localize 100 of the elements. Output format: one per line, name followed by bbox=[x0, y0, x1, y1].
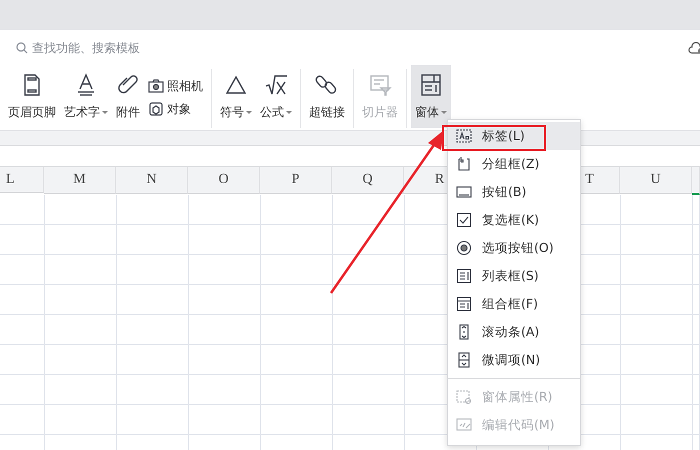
table-cell[interactable] bbox=[189, 195, 261, 225]
table-cell[interactable] bbox=[45, 345, 117, 375]
ribbon-button[interactable]: 公式 bbox=[256, 65, 296, 128]
table-cell[interactable] bbox=[117, 195, 189, 225]
table-cell[interactable] bbox=[693, 285, 700, 315]
column-header[interactable]: L bbox=[0, 167, 44, 193]
table-cell[interactable] bbox=[261, 285, 333, 315]
table-cell[interactable] bbox=[117, 255, 189, 285]
table-cell[interactable] bbox=[333, 315, 405, 345]
table-cell[interactable] bbox=[117, 225, 189, 255]
table-cell[interactable] bbox=[45, 255, 117, 285]
ribbon-button[interactable]: 对象 bbox=[148, 100, 203, 118]
ribbon-button[interactable]: 符号 bbox=[216, 65, 256, 128]
combo-box-icon bbox=[456, 296, 472, 312]
table-cell[interactable] bbox=[45, 315, 117, 345]
form-settings-icon bbox=[456, 389, 472, 405]
table-cell[interactable] bbox=[45, 225, 117, 255]
table-cell[interactable] bbox=[621, 285, 693, 315]
table-cell[interactable] bbox=[45, 375, 117, 405]
table-cell[interactable] bbox=[189, 255, 261, 285]
table-cell[interactable] bbox=[333, 405, 405, 435]
ribbon-button[interactable]: 页眉页脚 bbox=[4, 65, 60, 128]
table-cell[interactable] bbox=[261, 225, 333, 255]
table-cell[interactable] bbox=[261, 375, 333, 405]
table-cell[interactable] bbox=[261, 195, 333, 225]
table-cell[interactable] bbox=[117, 375, 189, 405]
table-cell[interactable] bbox=[117, 345, 189, 375]
column-header[interactable]: U bbox=[620, 167, 692, 194]
cloud-icon[interactable] bbox=[688, 42, 700, 54]
table-cell[interactable] bbox=[333, 195, 405, 225]
table-cell[interactable] bbox=[693, 255, 700, 285]
menu-item[interactable]: 滚动条(A) bbox=[448, 318, 580, 346]
table-cell[interactable] bbox=[333, 225, 405, 255]
group-box-icon bbox=[456, 156, 472, 172]
column-header[interactable]: M bbox=[44, 167, 116, 194]
table-cell[interactable] bbox=[0, 225, 45, 255]
cube-icon bbox=[148, 101, 164, 117]
table-cell[interactable] bbox=[621, 315, 693, 345]
table-cell[interactable] bbox=[693, 195, 700, 225]
menu-item[interactable]: 微调项(N) bbox=[448, 346, 580, 374]
table-cell[interactable] bbox=[333, 375, 405, 405]
table-cell[interactable] bbox=[333, 255, 405, 285]
table-cell[interactable] bbox=[0, 405, 45, 435]
table-cell[interactable] bbox=[117, 285, 189, 315]
table-cell[interactable] bbox=[621, 405, 693, 435]
menu-item[interactable]: 标签(L) bbox=[448, 122, 580, 150]
table-cell[interactable] bbox=[261, 345, 333, 375]
column-header[interactable] bbox=[692, 167, 700, 195]
menu-item[interactable]: 列表框(S) bbox=[448, 262, 580, 290]
table-cell[interactable] bbox=[693, 345, 700, 375]
table-cell[interactable] bbox=[189, 405, 261, 435]
ribbon-button[interactable]: 照相机 bbox=[148, 78, 203, 94]
table-cell[interactable] bbox=[117, 315, 189, 345]
table-cell[interactable] bbox=[693, 375, 700, 405]
label-icon bbox=[456, 128, 472, 144]
search-field[interactable]: 查找功能、搜索模板 bbox=[16, 40, 236, 54]
ribbon-button[interactable]: 艺术字 bbox=[60, 65, 112, 128]
search-icon bbox=[16, 42, 28, 54]
radio-icon bbox=[456, 240, 472, 256]
column-header[interactable]: Q bbox=[332, 167, 404, 194]
table-cell[interactable] bbox=[333, 345, 405, 375]
column-header[interactable]: O bbox=[188, 167, 260, 194]
table-cell[interactable] bbox=[189, 345, 261, 375]
table-cell[interactable] bbox=[693, 225, 700, 255]
table-cell[interactable] bbox=[0, 375, 45, 405]
menu-item[interactable]: 组合框(F) bbox=[448, 290, 580, 318]
table-cell[interactable] bbox=[0, 315, 45, 345]
table-cell[interactable] bbox=[621, 375, 693, 405]
paperclip-icon bbox=[116, 72, 140, 96]
table-cell[interactable] bbox=[0, 255, 45, 285]
table-cell[interactable] bbox=[693, 405, 700, 435]
table-cell[interactable] bbox=[261, 255, 333, 285]
table-cell[interactable] bbox=[189, 285, 261, 315]
menu-item[interactable]: 选项按钮(O) bbox=[448, 234, 580, 262]
table-cell[interactable] bbox=[621, 195, 693, 225]
table-cell[interactable] bbox=[117, 405, 189, 435]
table-cell[interactable] bbox=[621, 345, 693, 375]
table-cell[interactable] bbox=[261, 315, 333, 345]
table-cell[interactable] bbox=[0, 345, 45, 375]
table-cell[interactable] bbox=[0, 285, 45, 315]
table-cell[interactable] bbox=[693, 315, 700, 345]
checkbox-icon bbox=[456, 212, 472, 228]
table-cell[interactable] bbox=[45, 285, 117, 315]
table-cell[interactable] bbox=[189, 375, 261, 405]
column-header[interactable]: N bbox=[116, 167, 188, 194]
ribbon-button[interactable]: 窗体 bbox=[411, 65, 451, 128]
table-cell[interactable] bbox=[189, 225, 261, 255]
table-cell[interactable] bbox=[261, 405, 333, 435]
table-cell[interactable] bbox=[621, 255, 693, 285]
table-cell[interactable] bbox=[45, 195, 117, 225]
table-cell[interactable] bbox=[45, 405, 117, 435]
table-cell[interactable] bbox=[621, 225, 693, 255]
ribbon-button[interactable]: 超链接 bbox=[305, 65, 349, 128]
table-cell[interactable] bbox=[189, 315, 261, 345]
column-header[interactable]: P bbox=[260, 167, 332, 194]
menu-item[interactable]: 复选框(K) bbox=[448, 206, 580, 234]
form-icon bbox=[419, 72, 443, 96]
table-cell[interactable] bbox=[0, 195, 45, 225]
ribbon-button[interactable]: 附件 bbox=[112, 65, 144, 128]
table-cell[interactable] bbox=[333, 285, 405, 315]
